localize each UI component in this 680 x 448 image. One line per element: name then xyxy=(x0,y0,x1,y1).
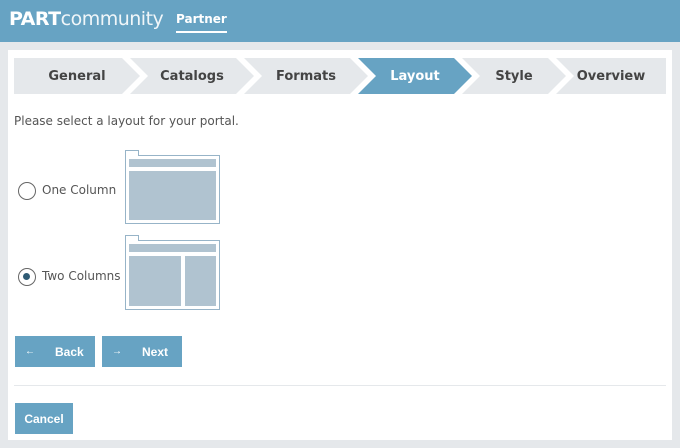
arrow-right-icon: → xyxy=(112,346,122,357)
thumbnail-right-column xyxy=(185,256,216,306)
thumbnail-left-column xyxy=(129,256,181,306)
step-general[interactable]: General xyxy=(14,58,140,94)
back-label: Back xyxy=(55,344,84,359)
partcommunity-logo[interactable]: PARTcommunity xyxy=(9,8,164,30)
step-formats[interactable]: Formats xyxy=(244,58,368,94)
layout-prompt: Please select a layout for your portal. xyxy=(14,114,239,128)
wizard-panel xyxy=(8,50,672,440)
logo-light: community xyxy=(60,8,164,30)
arrow-left-icon: ← xyxy=(25,346,35,357)
step-catalogs[interactable]: Catalogs xyxy=(130,58,254,94)
nav-partner[interactable]: Partner xyxy=(176,12,227,33)
step-overview[interactable]: Overview xyxy=(556,58,666,94)
step-layout[interactable]: Layout xyxy=(358,58,472,94)
one-column-radio[interactable] xyxy=(18,182,36,200)
cancel-button[interactable]: Cancel xyxy=(15,403,73,434)
logo-bold: PART xyxy=(9,8,61,30)
one-column-thumbnail[interactable] xyxy=(124,150,220,224)
back-button[interactable]: ← Back xyxy=(15,336,95,367)
two-columns-thumbnail[interactable] xyxy=(124,235,220,310)
next-button[interactable]: → Next xyxy=(102,336,182,367)
thumbnail-header-block xyxy=(129,244,216,252)
thumbnail-tab xyxy=(124,235,139,241)
top-header: PARTcommunity Partner xyxy=(0,0,680,42)
wizard-steps: General Catalogs Formats Layout Style Ov… xyxy=(14,58,666,94)
thumbnail-main-block xyxy=(129,171,216,220)
thumbnail-header-block xyxy=(129,159,216,167)
next-label: Next xyxy=(142,344,169,359)
two-columns-label[interactable]: Two Columns xyxy=(42,269,121,283)
thumbnail-tab xyxy=(124,150,139,156)
two-columns-radio[interactable] xyxy=(18,268,36,286)
divider xyxy=(14,385,666,386)
one-column-label[interactable]: One Column xyxy=(42,183,116,197)
step-style[interactable]: Style xyxy=(462,58,566,94)
